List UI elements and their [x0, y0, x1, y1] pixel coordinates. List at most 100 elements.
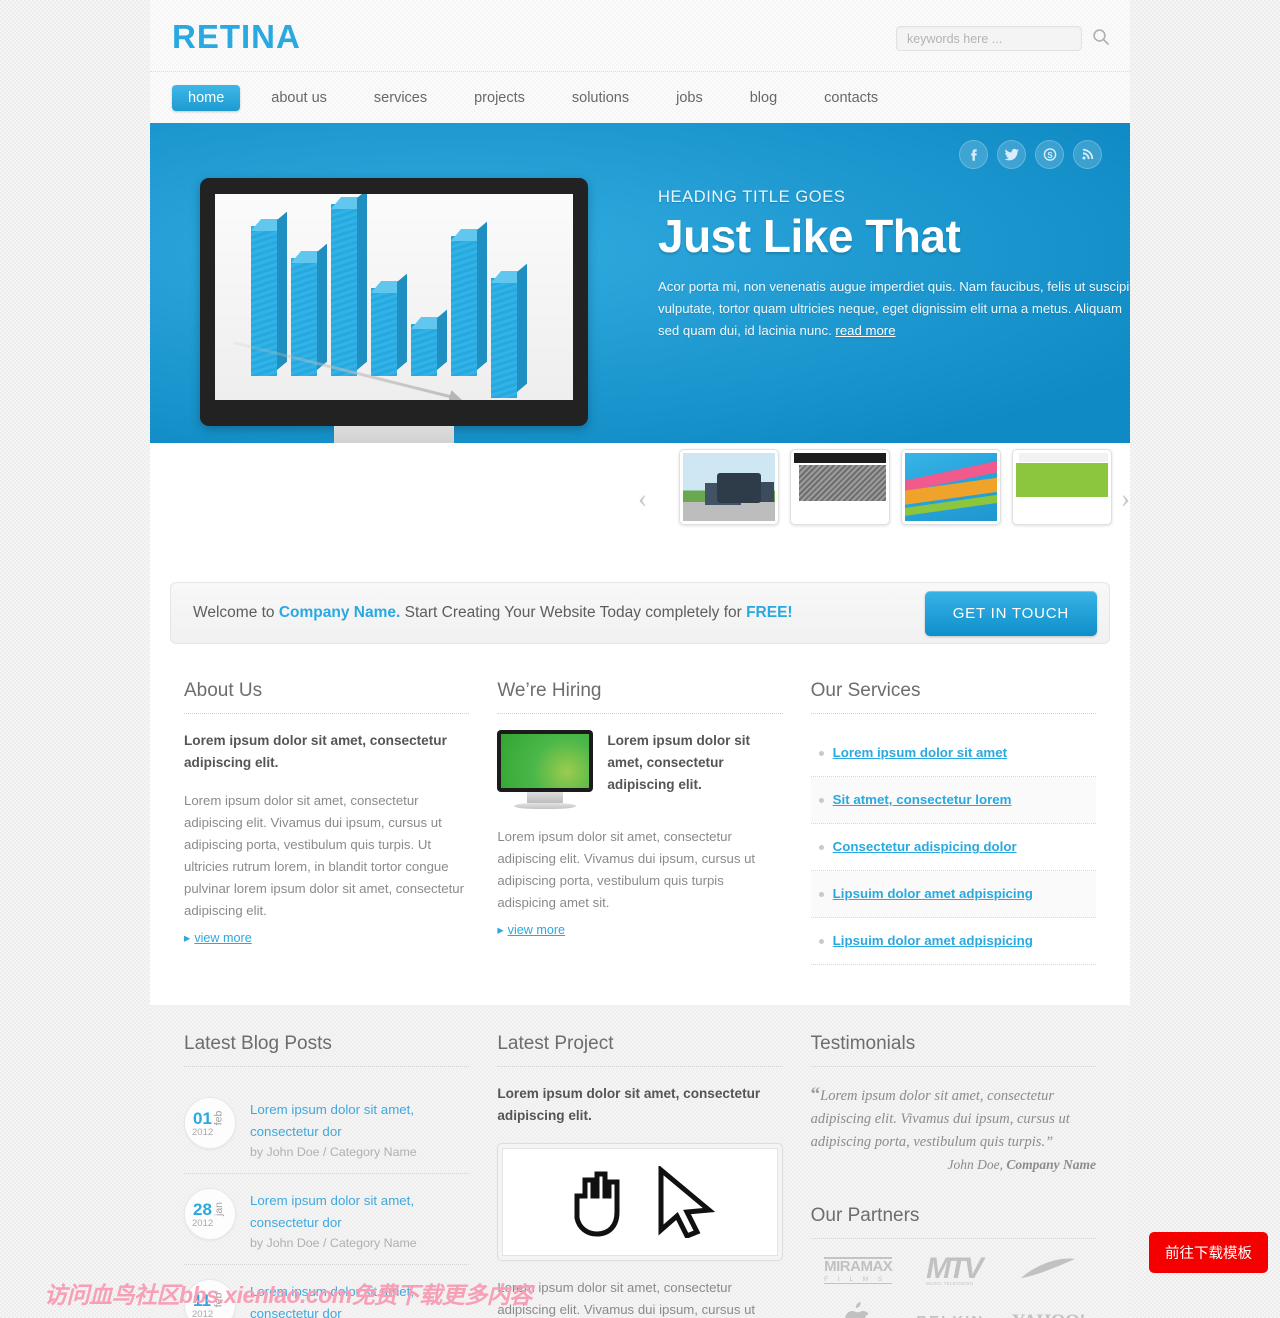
nav-item-projects[interactable]: projects	[458, 85, 541, 111]
hiring-body: Lorem ipsum dolor sit amet, consectetur …	[497, 829, 756, 910]
hero-read-more-link[interactable]: read more	[835, 323, 895, 338]
partner-logo-nike	[1019, 1258, 1077, 1283]
carousel-next-arrow[interactable]: ›	[1121, 485, 1130, 512]
pointing-hand-cursor-icon	[574, 1171, 620, 1237]
partners-title: Our Partners	[810, 1205, 1096, 1239]
testimonial-author-name: John Doe,	[947, 1157, 1007, 1172]
testimonials-title: Testimonials	[810, 1033, 1096, 1067]
post-month: jan	[212, 1201, 225, 1217]
carousel-thumb-1[interactable]	[679, 449, 779, 525]
about-us-title: About Us	[184, 680, 470, 714]
list-item[interactable]: Lipsuim dolor amet adpispicing	[810, 918, 1096, 965]
list-item[interactable]: Lorem ipsum dolor sit amet	[810, 730, 1096, 777]
service-link-3[interactable]: Consectetur adispicing dolor	[833, 839, 1017, 854]
project-lede: Lorem ipsum dolor sit amet, consectetur …	[497, 1086, 761, 1123]
post-day: 28	[193, 1200, 212, 1219]
service-link-1[interactable]: Lorem ipsum dolor sit amet	[833, 745, 1007, 760]
miramax-sub: F I L M S	[824, 1275, 887, 1283]
hiring-monitor-icon	[497, 730, 594, 812]
hiring-row: Lorem ipsum dolor sit amet, consectetur …	[497, 730, 782, 812]
rss-icon[interactable]	[1073, 140, 1102, 169]
post-year: 2012	[192, 1309, 214, 1318]
list-item[interactable]: Sit atmet, consectetur lorem	[810, 777, 1096, 824]
welcome-middle: Start Creating Your Website Today comple…	[400, 604, 747, 621]
main-nav: home about us services projects solution…	[150, 72, 1130, 123]
partner-logo-mtv: MTV MUSIC TELEVISION	[926, 1254, 983, 1286]
service-link-2[interactable]: Sit atmet, consectetur lorem	[833, 792, 1012, 807]
welcome-bar: Welcome to Company Name. Start Creating …	[170, 582, 1110, 644]
download-template-button[interactable]: 前往下载模板	[1149, 1232, 1268, 1273]
project-image	[502, 1148, 778, 1256]
partner-logo-belkin: BELKIN.	[916, 1313, 990, 1318]
carousel-thumb-4[interactable]	[1012, 449, 1112, 525]
post-body: Lorem ipsum dolor sit amet, consectetur …	[250, 1097, 469, 1159]
post-date-badge: 01 2012 feb	[184, 1097, 236, 1149]
get-in-touch-button[interactable]: GET IN TOUCH	[924, 590, 1097, 636]
belkin-text: BELKIN.	[916, 1313, 990, 1318]
mid-columns: About Us Lorem ipsum dolor sit amet, con…	[150, 670, 1130, 1005]
mtv-sub: MUSIC TELEVISION	[926, 1281, 974, 1286]
facebook-icon[interactable]	[959, 140, 988, 169]
hero-banner: S HEADING TITLE GOES Just Like That Acor…	[150, 123, 1130, 443]
hiring-view-more[interactable]: view more	[497, 922, 565, 937]
list-item[interactable]: Consectetur adispicing dolor	[810, 824, 1096, 871]
nav-item-blog[interactable]: blog	[734, 85, 793, 111]
post-meta: by John Doe / Category Name	[250, 1236, 417, 1250]
hiring-lede: Lorem ipsum dolor sit amet, consectetur …	[607, 733, 751, 792]
hiring-column: We’re Hiring Lorem ipsum dolor sit amet,…	[483, 680, 796, 965]
nav-item-solutions[interactable]: solutions	[556, 85, 645, 111]
search-box[interactable]	[896, 26, 1082, 51]
carousel-thumb-3[interactable]	[901, 449, 1001, 525]
services-title: Our Services	[810, 680, 1096, 714]
nav-item-services[interactable]: services	[358, 85, 443, 111]
service-link-5[interactable]: Lipsuim dolor amet adpispicing	[833, 933, 1033, 948]
hero-monitor-illustration	[200, 178, 588, 443]
skype-icon[interactable]: S	[1035, 140, 1064, 169]
about-us-body: Lorem ipsum dolor sit amet, consectetur …	[184, 793, 464, 918]
svg-text:S: S	[1047, 151, 1053, 160]
service-link-4[interactable]: Lipsuim dolor amet adpispicing	[833, 886, 1033, 901]
project-image-frame[interactable]	[497, 1143, 783, 1261]
project-title: Latest Project	[497, 1033, 783, 1067]
services-list: Lorem ipsum dolor sit amet Sit atmet, co…	[810, 730, 1096, 965]
search-icon[interactable]	[1092, 28, 1110, 46]
testimonial-quote: “Lorem ipsum dolor sit amet, consectetur…	[811, 1083, 1096, 1154]
twitter-icon[interactable]	[997, 140, 1026, 169]
list-item[interactable]: Lipsuim dolor amet adpispicing	[810, 871, 1096, 918]
carousel-thumb-2[interactable]	[790, 449, 890, 525]
testimonial-author: John Doe, Company Name	[811, 1157, 1096, 1173]
post-body: Lorem ipsum dolor sit amet, consectetur …	[250, 1188, 469, 1250]
partner-logo-apple	[843, 1302, 873, 1318]
post-year: 2012	[192, 1127, 214, 1138]
post-date-badge: 28 2012 jan	[184, 1188, 236, 1240]
carousel-prev-arrow[interactable]: ‹	[638, 485, 647, 512]
about-us-column: About Us Lorem ipsum dolor sit amet, con…	[170, 680, 483, 965]
post-month: feb	[212, 1110, 225, 1126]
blog-title: Latest Blog Posts	[184, 1033, 470, 1067]
welcome-section: Welcome to Company Name. Start Creating …	[150, 560, 1130, 670]
hero-description: Acor porta mi, non venenatis augue imper…	[658, 276, 1130, 342]
site-logo[interactable]: RETINA	[172, 18, 301, 56]
table-row[interactable]: 01 2012 feb Lorem ipsum dolor sit amet, …	[184, 1083, 470, 1174]
hiring-title: We’re Hiring	[497, 680, 783, 714]
search-input[interactable]	[897, 27, 1081, 50]
nav-item-about-us[interactable]: about us	[255, 85, 343, 111]
partners-grid: MIRAMAXF I L M S MTVMUSIC TELEVISION BEL…	[811, 1254, 1096, 1318]
hero-text-block: HEADING TITLE GOES Just Like That Acor p…	[658, 188, 1130, 342]
nav-item-home[interactable]: home	[172, 84, 241, 111]
yahoo-text: YAHOO!	[1012, 1311, 1086, 1318]
monitor-stand	[334, 426, 454, 443]
miramax-text: MIRAMAX	[824, 1258, 893, 1276]
about-us-view-more[interactable]: view more	[184, 930, 251, 945]
hero-kicker: HEADING TITLE GOES	[658, 188, 846, 206]
nav-item-jobs[interactable]: jobs	[660, 85, 719, 111]
post-title-link[interactable]: Lorem ipsum dolor sit amet, consectetur …	[250, 1099, 469, 1143]
post-title-link[interactable]: Lorem ipsum dolor sit amet, consectetur …	[250, 1190, 469, 1234]
site-header: RETINA	[150, 0, 1130, 72]
hero-title: Just Like That	[658, 210, 961, 262]
about-us-lede: Lorem ipsum dolor sit amet, consectetur …	[184, 733, 447, 770]
nav-item-contacts[interactable]: contacts	[808, 85, 894, 111]
bottom-columns: Latest Blog Posts 01 2012 feb Lorem ipsu…	[150, 1005, 1130, 1318]
table-row[interactable]: 28 2012 jan Lorem ipsum dolor sit amet, …	[184, 1174, 470, 1265]
partner-logo-miramax: MIRAMAX F I L M S	[824, 1257, 893, 1284]
